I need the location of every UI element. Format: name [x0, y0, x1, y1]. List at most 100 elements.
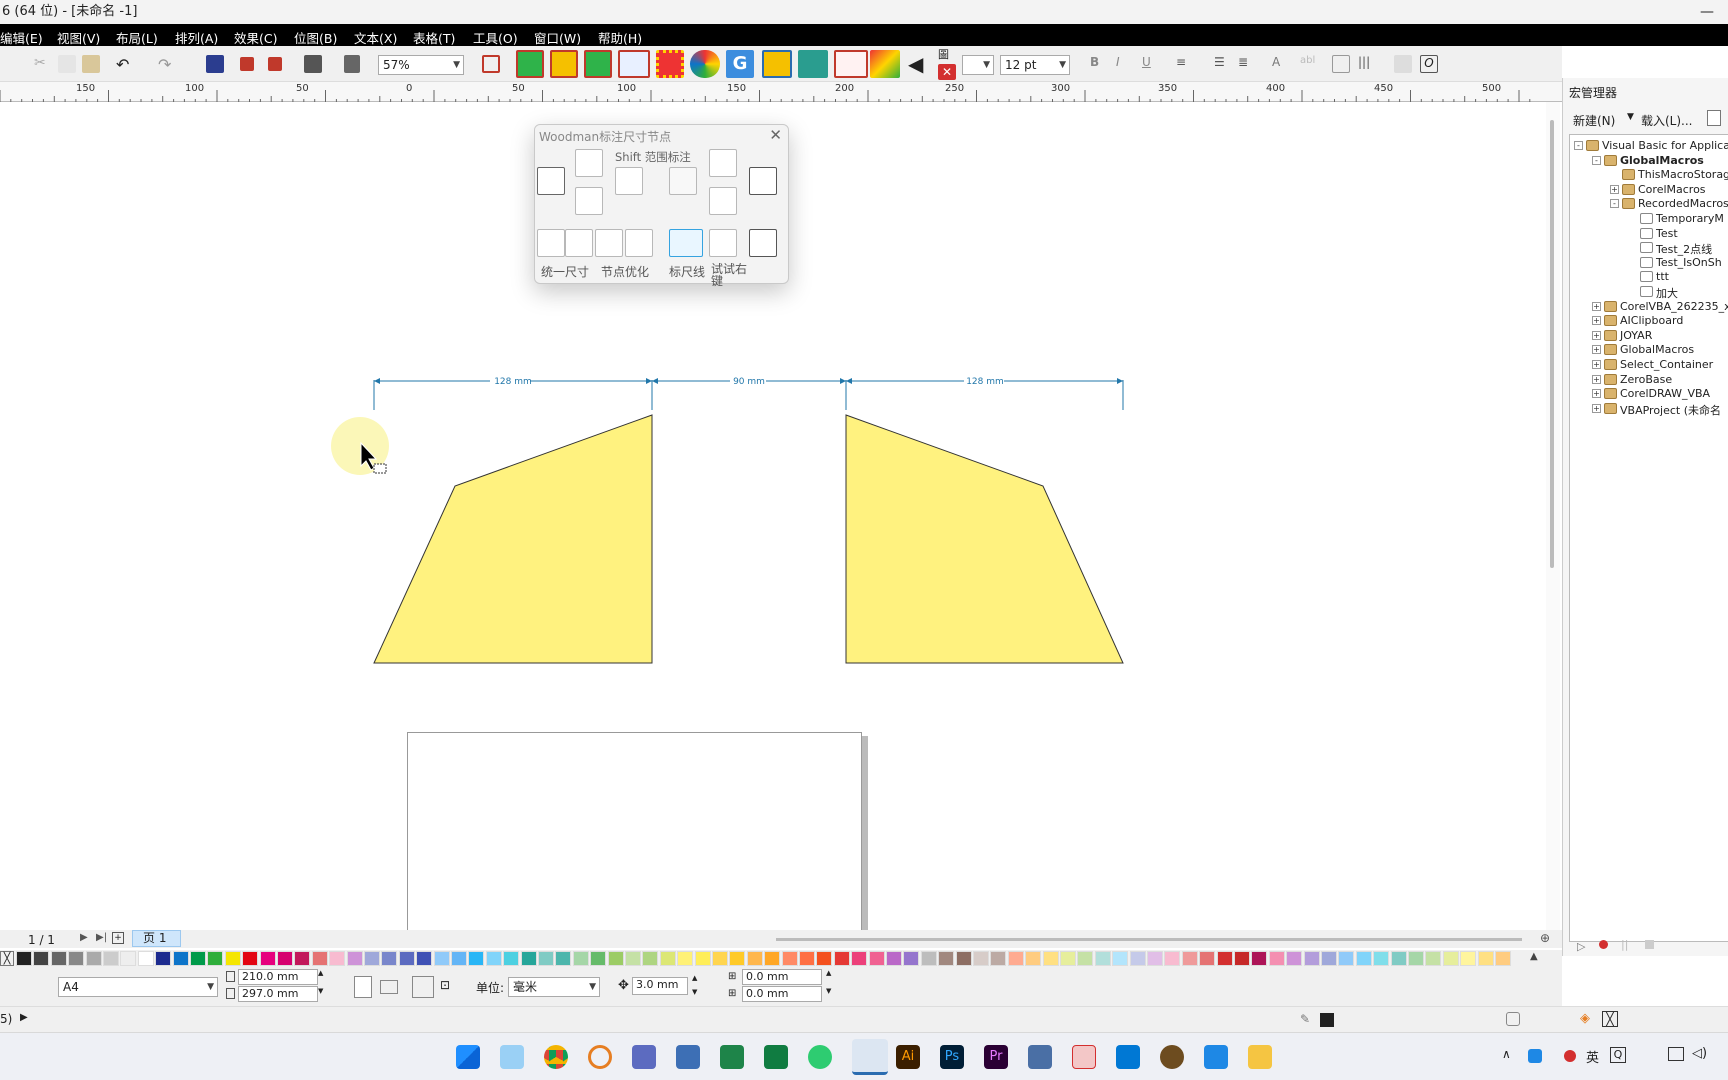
color-swatch[interactable]	[33, 951, 50, 966]
color-swatch[interactable]	[259, 951, 276, 966]
tree-item[interactable]: CorelVBA_262235_x	[1620, 300, 1728, 313]
vertical-text-icon[interactable]: |||	[1358, 55, 1376, 73]
tree-item[interactable]: JOYAR	[1620, 329, 1652, 342]
load-macro-button[interactable]: 载入(L)...	[1641, 112, 1693, 129]
bullet-list-icon[interactable]: ☰	[1214, 55, 1232, 73]
page-height-input[interactable]: 297.0 mm	[238, 986, 318, 1002]
color-swatch[interactable]	[799, 951, 815, 966]
tree-item[interactable]: CorelMacros	[1638, 183, 1706, 196]
nudge-input[interactable]: 3.0 mm	[632, 977, 688, 995]
grid-macro-icon[interactable]	[618, 50, 650, 78]
color-swatch[interactable]	[242, 951, 259, 966]
zoom-icon[interactable]: ⊕	[1540, 931, 1550, 945]
color-swatch[interactable]	[886, 951, 902, 966]
color-swatch[interactable]	[642, 951, 659, 966]
add-page-icon[interactable]: +	[112, 932, 124, 944]
text-frame-icon[interactable]	[1394, 55, 1412, 73]
color-swatch[interactable]	[1094, 951, 1111, 966]
macro-editor-icon[interactable]	[1707, 110, 1721, 126]
color-swatch[interactable]	[1216, 951, 1233, 966]
menu-effects[interactable]: 效果(C)	[234, 28, 277, 47]
menu-text[interactable]: 文本(X)	[354, 28, 397, 47]
color-swatch[interactable]	[590, 951, 607, 966]
task-view-icon[interactable]	[500, 1045, 524, 1069]
tree-item[interactable]: CorelDRAW_VBA	[1620, 387, 1710, 400]
redo-icon[interactable]: ↷	[158, 55, 176, 74]
align-icon[interactable]: ≡	[1176, 55, 1194, 73]
search-app-icon[interactable]	[588, 1045, 612, 1069]
macro-button-3-icon[interactable]	[584, 50, 612, 78]
font-size-combo[interactable]: 12 pt ▼	[1000, 55, 1070, 75]
color-swatch[interactable]	[677, 951, 694, 966]
expand-icon[interactable]: +	[1592, 330, 1601, 340]
yellow-shape-right[interactable]	[845, 414, 1124, 664]
pdf-icon[interactable]	[1072, 1045, 1096, 1069]
duplicate-x-input[interactable]: 0.0 mm	[742, 969, 822, 985]
color-swatch[interactable]	[1390, 951, 1407, 966]
unify-width-button[interactable]	[565, 229, 593, 257]
collapse-icon[interactable]: -	[1610, 199, 1619, 209]
hammer-icon[interactable]	[749, 229, 777, 257]
page-tab[interactable]: 页 1	[132, 930, 182, 947]
landscape-button[interactable]	[380, 980, 398, 994]
span-dimension-button[interactable]	[749, 167, 777, 195]
color-swatch[interactable]	[1164, 951, 1181, 966]
tree-item[interactable]: Visual Basic for Applicati	[1602, 139, 1728, 152]
photoshop-icon[interactable]: Ps	[940, 1045, 964, 1069]
outline-color-swatch[interactable]	[1320, 1013, 1334, 1027]
color-swatch[interactable]	[1303, 951, 1320, 966]
spinner-icon[interactable]: ▲	[318, 969, 323, 977]
page-width-input[interactable]: 210.0 mm	[238, 969, 318, 985]
ship-app-icon[interactable]	[1028, 1045, 1052, 1069]
g-macro-icon[interactable]: G	[726, 50, 754, 78]
arrow-left-icon[interactable]: ◀	[908, 52, 926, 76]
color-swatch[interactable]	[207, 951, 224, 966]
color-swatch[interactable]	[416, 951, 433, 966]
color-swatch[interactable]	[1460, 951, 1477, 966]
color-swatch[interactable]	[398, 951, 415, 966]
macro-tree[interactable]: - Visual Basic for Applicati - GlobalMacros…	[1569, 134, 1728, 942]
current-page-icon[interactable]: ⊡	[440, 978, 450, 992]
color-swatch[interactable]	[1268, 951, 1285, 966]
color-swatch[interactable]	[729, 951, 746, 966]
color-swatch[interactable]	[172, 951, 189, 966]
color-swatch[interactable]	[1286, 951, 1303, 966]
scroll-thumb[interactable]	[1550, 120, 1554, 568]
tree-item[interactable]: 加大	[1656, 285, 1678, 301]
word-icon[interactable]	[676, 1045, 700, 1069]
portrait-button[interactable]	[354, 976, 372, 998]
text-format-icon[interactable]: abl	[1300, 55, 1318, 73]
color-swatch[interactable]	[103, 951, 119, 966]
color-swatch[interactable]	[1060, 951, 1076, 966]
expand-icon[interactable]: +	[1592, 316, 1601, 326]
color-swatch[interactable]	[1007, 951, 1024, 966]
chrome-icon[interactable]	[544, 1045, 568, 1069]
tree-item[interactable]: TemporaryM	[1656, 212, 1724, 225]
page-size-combo[interactable]: A4 ▼	[58, 977, 218, 997]
object-icon[interactable]: O	[1420, 55, 1438, 73]
import-icon[interactable]	[240, 57, 254, 71]
chip-macro-icon[interactable]	[656, 50, 684, 78]
color-swatch[interactable]	[364, 951, 380, 966]
gear-app-icon[interactable]	[1204, 1045, 1228, 1069]
color-swatch[interactable]	[1234, 951, 1250, 966]
color-swatch[interactable]	[1112, 951, 1129, 966]
record-icon[interactable]	[1599, 940, 1608, 949]
horizontal-bottom-button[interactable]	[575, 187, 603, 215]
color-swatch[interactable]	[833, 951, 850, 966]
tree-item[interactable]: Test_IsOnSh	[1656, 256, 1722, 269]
color-swatch[interactable]	[1338, 951, 1355, 966]
duplicate-y-input[interactable]: 0.0 mm	[742, 986, 822, 1002]
color-swatch[interactable]	[311, 951, 328, 966]
copy-icon[interactable]	[58, 55, 76, 73]
pause-icon[interactable]: ||	[1621, 938, 1628, 951]
color-swatch[interactable]	[16, 951, 32, 966]
bold-icon[interactable]: B	[1090, 55, 1108, 73]
snipping-tool-icon[interactable]	[632, 1045, 656, 1069]
color-swatch[interactable]	[955, 951, 972, 966]
expand-icon[interactable]: +	[1610, 184, 1619, 194]
color-swatch[interactable]	[764, 951, 781, 966]
expand-icon[interactable]: +	[1592, 374, 1601, 384]
wechat-icon[interactable]	[808, 1045, 832, 1069]
coreldraw-icon[interactable]	[852, 1039, 888, 1075]
